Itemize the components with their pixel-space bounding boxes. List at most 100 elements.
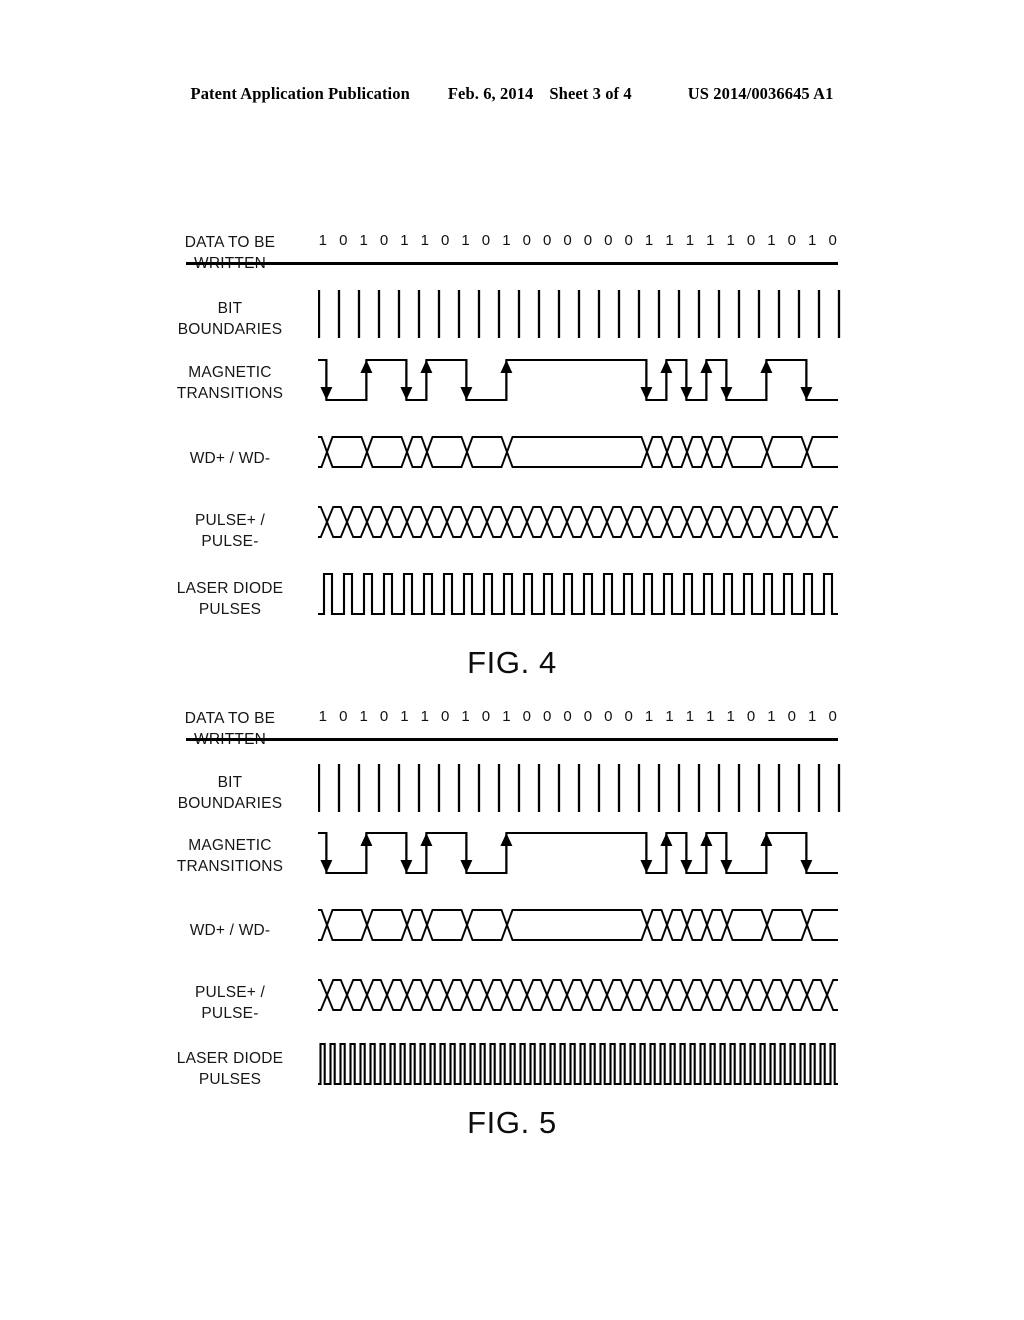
data-bit: 1 bbox=[808, 232, 817, 249]
publication-date: Feb. 6, 2014 bbox=[447, 84, 534, 103]
data-row-underline bbox=[186, 738, 838, 741]
data-row-underline bbox=[186, 262, 838, 265]
data-bit: 1 bbox=[318, 708, 328, 725]
data-bit: 1 bbox=[706, 708, 715, 725]
data-bit: 0 bbox=[441, 232, 450, 249]
row-label-bit-boundaries: BIT BOUNDARIES bbox=[150, 298, 310, 341]
row-label-data-to-be-written: DATA TO BEWRITTEN bbox=[150, 708, 310, 751]
data-bit: 1 bbox=[502, 708, 511, 725]
data-bit: 0 bbox=[481, 232, 491, 249]
data-bit: 1 bbox=[665, 232, 674, 249]
row-label-laser-diode-pulses: LASER DIODE PULSES bbox=[150, 1048, 310, 1091]
figure-5-caption: FIG. 5 bbox=[467, 1105, 557, 1140]
data-bit: 1 bbox=[420, 232, 430, 249]
data-bit: 0 bbox=[522, 708, 532, 725]
data-bit: 1 bbox=[726, 232, 736, 249]
data-bit: 1 bbox=[502, 232, 511, 249]
data-bit: 0 bbox=[522, 232, 532, 249]
row-label-line1: WD+ / WD- bbox=[189, 922, 271, 939]
waveform-laser-diode-pulses bbox=[318, 568, 844, 620]
data-bit: 0 bbox=[624, 708, 634, 725]
row-label-line2: PULSE- bbox=[201, 533, 259, 551]
data-bit: 1 bbox=[461, 708, 471, 725]
data-bit: 1 bbox=[685, 708, 695, 725]
row-label-wd-differential: WD+ / WD- bbox=[150, 448, 310, 469]
data-bit: 0 bbox=[542, 708, 552, 725]
data-bit: 0 bbox=[828, 708, 838, 725]
data-bit: 0 bbox=[563, 708, 573, 725]
row-label-pulse-differential: PULSE+ / PULSE- bbox=[150, 510, 310, 553]
waveform-wd-differential bbox=[318, 432, 844, 472]
data-bit: 1 bbox=[644, 708, 654, 725]
row-label-data-to-be-written: DATA TO BEWRITTEN bbox=[150, 232, 310, 275]
row-label-magnetic-transitions: MAGNETIC TRANSITIONS bbox=[150, 362, 310, 405]
data-bit: 0 bbox=[339, 708, 348, 725]
data-bit: 1 bbox=[359, 708, 369, 725]
waveform-pulse-differential bbox=[318, 975, 844, 1015]
row-label-line1: PULSE+ / bbox=[194, 984, 266, 1001]
publication-label: Patent Application Publication bbox=[190, 84, 410, 103]
data-bit: 0 bbox=[604, 708, 613, 725]
row-label-line1: LASER DIODE bbox=[176, 580, 284, 597]
data-bit: 1 bbox=[400, 708, 409, 725]
page-header: Patent Application Publication Feb. 6, 2… bbox=[0, 84, 1024, 104]
data-bit: 0 bbox=[746, 232, 756, 249]
waveform-wd-differential bbox=[318, 905, 844, 945]
data-bit: 1 bbox=[706, 232, 715, 249]
waveform-pulse-differential bbox=[318, 502, 844, 542]
data-bit: 0 bbox=[481, 708, 491, 725]
data-bit: 1 bbox=[665, 708, 674, 725]
row-label-line1: DATA TO BE bbox=[184, 710, 276, 727]
data-bit: 1 bbox=[400, 232, 409, 249]
data-bit: 1 bbox=[767, 708, 776, 725]
row-label-line2: PULSES bbox=[198, 601, 262, 619]
row-label-line2: PULSES bbox=[198, 1071, 262, 1089]
data-bit: 0 bbox=[379, 232, 389, 249]
data-bit: 0 bbox=[604, 232, 613, 249]
row-label-line1: MAGNETIC bbox=[188, 364, 272, 381]
row-label-line1: BIT bbox=[217, 300, 243, 317]
data-bit: 1 bbox=[318, 232, 328, 249]
data-bit: 1 bbox=[359, 232, 369, 249]
patent-number: US 2014/0036645 A1 bbox=[687, 84, 834, 103]
waveform-magnetic-transitions bbox=[318, 352, 844, 408]
row-label-laser-diode-pulses: LASER DIODE PULSES bbox=[150, 578, 310, 621]
data-bit: 0 bbox=[583, 232, 593, 249]
waveform-magnetic-transitions bbox=[318, 825, 844, 881]
row-label-magnetic-transitions: MAGNETIC TRANSITIONS bbox=[150, 835, 310, 878]
row-label-line1: WD+ / WD- bbox=[189, 450, 271, 467]
row-label-line1: LASER DIODE bbox=[176, 1050, 284, 1067]
data-bit: 0 bbox=[563, 232, 573, 249]
data-bit: 1 bbox=[726, 708, 736, 725]
data-bit-sequence: 10101101010000001111101010 bbox=[318, 708, 838, 725]
waveform-bit-boundaries bbox=[318, 762, 844, 814]
data-bit: 1 bbox=[420, 708, 430, 725]
data-bit: 0 bbox=[379, 708, 389, 725]
row-label-line2: TRANSITIONS bbox=[176, 385, 284, 403]
data-bit: 1 bbox=[461, 232, 471, 249]
row-label-line1: PULSE+ / bbox=[194, 512, 266, 529]
data-bit: 0 bbox=[787, 708, 797, 725]
data-bit: 0 bbox=[542, 232, 552, 249]
data-bit: 1 bbox=[685, 232, 695, 249]
waveform-laser-diode-pulses bbox=[318, 1038, 844, 1090]
row-label-line2: BOUNDARIES bbox=[177, 321, 283, 339]
data-bit: 0 bbox=[624, 232, 634, 249]
row-label-line2: PULSE- bbox=[201, 1005, 259, 1023]
sheet-number: Sheet 3 of 4 bbox=[549, 84, 632, 103]
data-bit: 0 bbox=[583, 708, 593, 725]
waveform-bit-boundaries bbox=[318, 288, 844, 340]
row-label-line1: BIT bbox=[217, 774, 243, 791]
figure-5: DATA TO BEWRITTEN10101101010000001111101… bbox=[0, 690, 1024, 1140]
row-label-wd-differential: WD+ / WD- bbox=[150, 920, 310, 941]
data-bit: 0 bbox=[828, 232, 838, 249]
data-bit: 1 bbox=[808, 708, 817, 725]
data-bit: 0 bbox=[441, 708, 450, 725]
data-bit: 0 bbox=[339, 232, 348, 249]
data-bit: 0 bbox=[787, 232, 797, 249]
row-label-line1: MAGNETIC bbox=[188, 837, 272, 854]
row-label-line1: DATA TO BE bbox=[184, 234, 276, 251]
data-bit: 0 bbox=[746, 708, 756, 725]
row-label-pulse-differential: PULSE+ / PULSE- bbox=[150, 982, 310, 1025]
figure-4: DATA TO BEWRITTEN10101101010000001111101… bbox=[0, 210, 1024, 680]
